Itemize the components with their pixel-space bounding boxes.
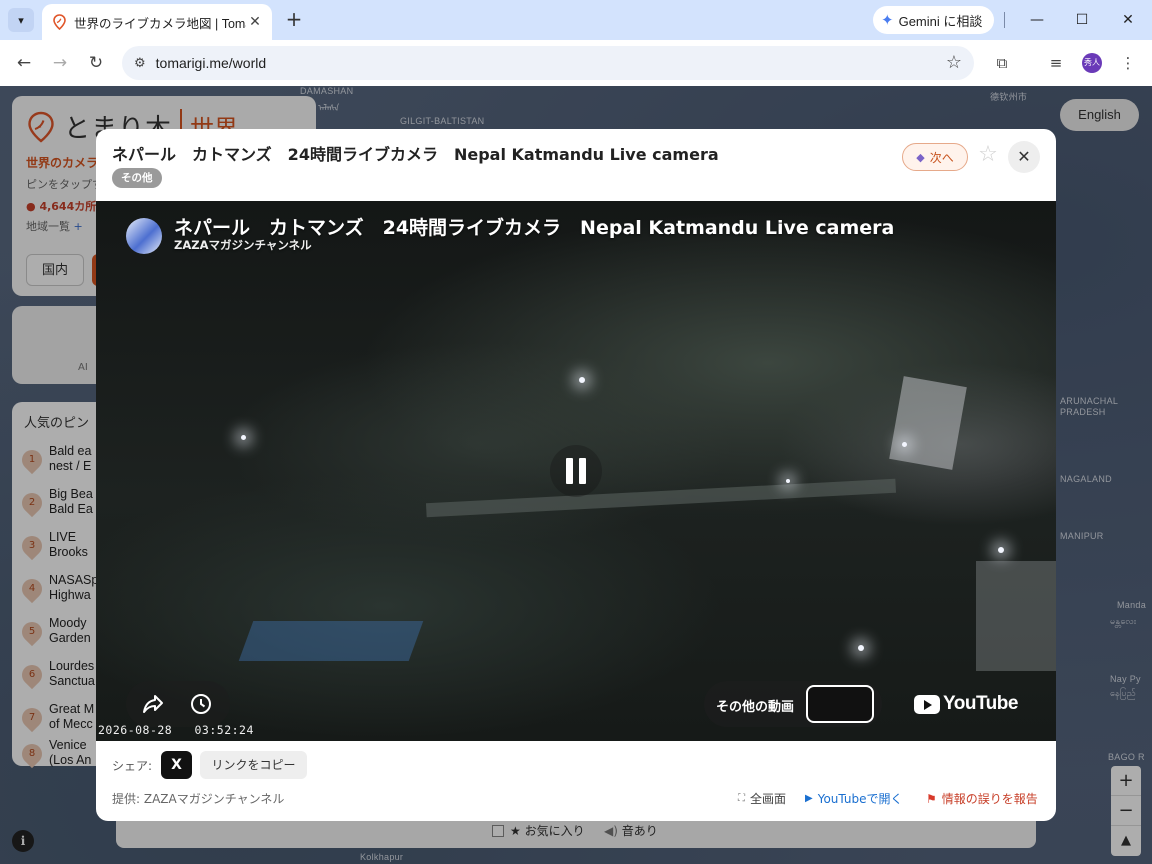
video-scene-building	[976, 561, 1056, 671]
video-scene-light	[241, 435, 246, 440]
browser-tab-bar: ▾ 世界のライブカメラ地図 | Tomarigi ✕ + ✦ Gemini に相…	[0, 0, 1152, 40]
address-url: tomarigi.me/world	[155, 55, 267, 71]
play-triangle-icon: ▶	[805, 793, 813, 804]
open-youtube-link[interactable]: ▶ YouTubeで開く	[805, 790, 903, 807]
video-title[interactable]: ネパール カトマンズ 24時間ライブカメラ Nepal Katmandu Liv…	[174, 213, 894, 240]
provider-credit: 提供: ZAZAマガジンチャンネル	[112, 792, 285, 806]
dice-icon: ◆	[916, 150, 925, 164]
watch-later-clock-icon[interactable]	[188, 691, 214, 717]
youtube-video-player[interactable]: ネパール カトマンズ 24時間ライブカメラ Nepal Katmandu Liv…	[96, 201, 1056, 741]
report-error-link[interactable]: ⚑ 情報の誤りを報告	[926, 790, 1038, 807]
page-content: DAMASHAN ᠠᠯᠠᠰᠠ GILGIT-BALTISTAN 德钦州市 ARU…	[0, 86, 1152, 864]
more-videos-button[interactable]: その他の動画	[704, 681, 882, 727]
video-scene-light	[579, 377, 585, 383]
more-videos-thumbnail	[806, 685, 874, 723]
tomarigi-favicon-icon	[52, 14, 66, 30]
video-timestamp: 2026-08-28 03:52:24	[98, 723, 254, 737]
youtube-play-icon	[914, 694, 940, 714]
media-queue-icon[interactable]: ≡	[1044, 52, 1068, 74]
video-scene-wall	[238, 621, 424, 661]
category-badge: その他	[112, 168, 162, 188]
close-icon: ✕	[1017, 147, 1031, 166]
site-settings-icon[interactable]: ⚙	[134, 56, 146, 71]
browser-toolbar: ← → ↻ ⚙ tomarigi.me/world ☆ ⧉ ≡ 秀人 ⋮	[0, 40, 1152, 86]
youtube-logo[interactable]: YouTube	[914, 693, 1018, 715]
gemini-label: Gemini に相談	[898, 13, 983, 29]
video-scene-road	[425, 478, 897, 518]
video-scene-light	[998, 547, 1004, 553]
tab-title: 世界のライブカメラ地図 | Tomarigi	[74, 16, 246, 31]
video-scene-light	[858, 645, 864, 651]
pause-icon	[579, 458, 586, 484]
youtube-wordmark: YouTube	[943, 693, 1018, 714]
profile-avatar[interactable]: 秀人	[1082, 53, 1102, 73]
camera-modal: ネパール カトマンズ 24時間ライブカメラ Nepal Katmandu Liv…	[96, 129, 1056, 821]
copy-link-button[interactable]: リンクをコピー	[200, 751, 307, 779]
forward-arrow-icon[interactable]: →	[46, 50, 74, 76]
address-bar[interactable]: ⚙ tomarigi.me/world ☆	[122, 46, 974, 80]
share-arrow-icon[interactable]	[140, 691, 166, 717]
tab-search-button[interactable]: ▾	[8, 8, 34, 32]
pause-icon	[566, 458, 573, 484]
report-error-label: 情報の誤りを報告	[941, 792, 1038, 806]
fullscreen-icon: ⛶	[738, 793, 745, 804]
more-videos-label: その他の動画	[716, 700, 795, 715]
modal-title: ネパール カトマンズ 24時間ライブカメラ Nepal Katmandu Liv…	[112, 145, 719, 164]
bookmark-star-icon[interactable]: ☆	[946, 52, 962, 73]
new-tab-button[interactable]: +	[282, 8, 306, 32]
share-x-button[interactable]: X	[161, 751, 192, 779]
channel-avatar[interactable]	[126, 218, 162, 254]
minimize-window-icon[interactable]: —	[1024, 8, 1050, 32]
video-scene-light	[902, 442, 907, 447]
back-arrow-icon[interactable]: ←	[10, 50, 38, 76]
gemini-sparkle-icon: ✦	[881, 12, 894, 29]
chevron-down-icon: ▾	[18, 13, 24, 27]
flag-icon: ⚑	[926, 791, 937, 806]
video-channel[interactable]: ZAZAマガジンチャンネル	[174, 237, 312, 253]
next-camera-button[interactable]: ◆ 次へ	[902, 143, 968, 171]
video-scene-light	[786, 479, 790, 483]
next-label: 次へ	[929, 150, 954, 165]
maximize-window-icon[interactable]: ☐	[1069, 8, 1095, 32]
extensions-puzzle-icon[interactable]: ⧉	[990, 52, 1014, 74]
close-modal-button[interactable]: ✕	[1008, 141, 1040, 173]
share-label: シェア:	[112, 759, 153, 773]
browser-tab-active[interactable]: 世界のライブカメラ地図 | Tomarigi ✕	[42, 4, 272, 40]
fullscreen-label: 全画面	[750, 792, 787, 806]
close-tab-icon[interactable]: ✕	[246, 14, 264, 30]
pause-button[interactable]	[550, 445, 602, 497]
open-youtube-label: YouTubeで開く	[817, 792, 903, 806]
toolbar-divider	[1004, 12, 1005, 28]
reload-icon[interactable]: ↻	[82, 50, 110, 76]
gemini-button[interactable]: ✦ Gemini に相談	[873, 6, 995, 34]
video-left-controls	[126, 681, 230, 727]
browser-menu-icon[interactable]: ⋮	[1116, 52, 1140, 74]
close-window-icon[interactable]: ✕	[1115, 8, 1141, 32]
fullscreen-link[interactable]: ⛶ 全画面	[738, 790, 786, 807]
favorite-star-icon[interactable]: ☆	[976, 142, 1000, 167]
video-scene-building	[889, 376, 967, 470]
